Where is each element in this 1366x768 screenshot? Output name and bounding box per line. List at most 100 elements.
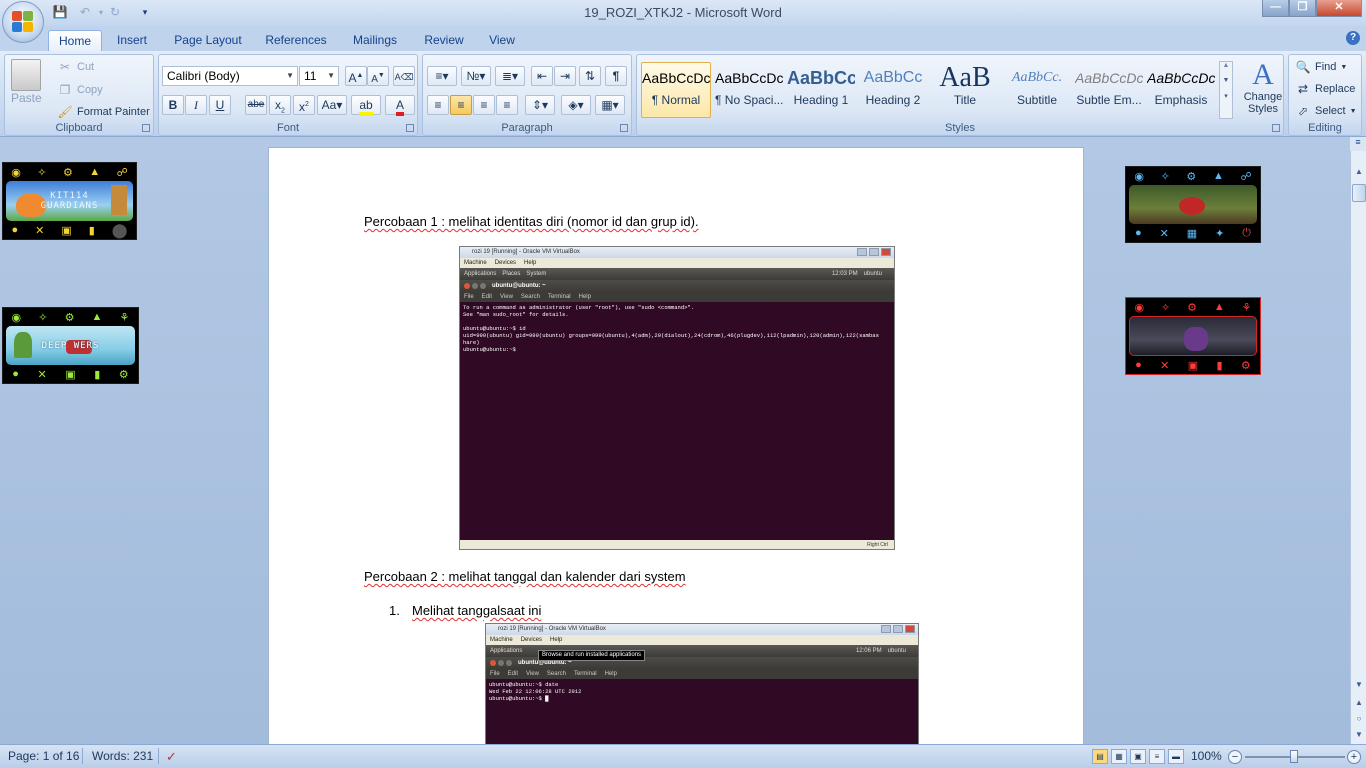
paragraph-percobaan-1[interactable]: Percobaan 1 : melihat identitas diri (no… bbox=[364, 214, 699, 229]
style-heading-2[interactable]: AaBbCc Heading 2 bbox=[858, 62, 928, 118]
customize-toolbar-icon[interactable]: ▾ bbox=[136, 4, 154, 21]
puzzle-icon[interactable]: ✦ bbox=[1215, 227, 1224, 240]
redo-icon[interactable]: ↻ bbox=[106, 4, 124, 21]
cut-button[interactable]: ✂ Cut bbox=[57, 59, 94, 75]
next-page-icon[interactable]: ▼ bbox=[1352, 728, 1366, 742]
numbering-button[interactable]: №▾ bbox=[461, 66, 491, 86]
pin-icon[interactable]: ✧ bbox=[1161, 301, 1170, 314]
settings-icon[interactable]: ⚙ bbox=[1241, 359, 1251, 372]
close-button[interactable]: ✕ bbox=[1316, 0, 1362, 17]
zoom-level[interactable]: 100% bbox=[1191, 749, 1222, 763]
clear-formatting-button[interactable]: A⌫ bbox=[393, 66, 415, 86]
web-layout-button[interactable]: ▣ bbox=[1130, 749, 1146, 764]
style-title[interactable]: AaB Title bbox=[930, 62, 1000, 118]
previous-page-icon[interactable]: ▲ bbox=[1352, 696, 1366, 710]
minimize-button[interactable]: — bbox=[1262, 0, 1289, 17]
tab-home[interactable]: Home bbox=[48, 30, 102, 51]
change-styles-button[interactable]: A Change Styles bbox=[1241, 59, 1285, 116]
hat-icon[interactable]: ▲ bbox=[92, 311, 103, 323]
chevron-down-icon[interactable]: ▼ bbox=[1220, 77, 1232, 84]
show-formatting-button[interactable]: ¶ bbox=[605, 66, 627, 86]
eye-icon[interactable]: ◉ bbox=[1134, 301, 1144, 314]
scroll-up-icon[interactable]: ▲ bbox=[1352, 165, 1366, 179]
close-icon[interactable]: ✕ bbox=[37, 368, 46, 381]
style-subtle-emphasis[interactable]: AaBbCcDc Subtle Em... bbox=[1074, 62, 1144, 118]
maximize-button[interactable]: ❐ bbox=[1289, 0, 1316, 17]
power-icon[interactable]: ⏻ bbox=[1242, 227, 1251, 240]
outline-button[interactable]: ≡ bbox=[1149, 749, 1165, 764]
screenshot-image-2[interactable]: rozi 19 [Running] - Oracle VM VirtualBox… bbox=[485, 623, 919, 744]
game-widget-robot[interactable]: ◉ ✧ ⚙ ▲ ⚘ ● ✕ ▣ ▮ ⚙ bbox=[1125, 297, 1261, 375]
close-icon[interactable]: ✕ bbox=[1160, 359, 1169, 372]
shrink-font-button[interactable]: A▼ bbox=[367, 66, 389, 86]
align-right-button[interactable]: ≡ bbox=[473, 95, 495, 115]
close-icon[interactable]: ✕ bbox=[35, 224, 44, 237]
tab-page-layout[interactable]: Page Layout bbox=[168, 30, 248, 51]
more-styles-icon[interactable]: ▾ bbox=[1220, 92, 1232, 100]
increase-indent-button[interactable]: ⇥ bbox=[554, 66, 576, 86]
font-size-combo[interactable]: 11 ▼ bbox=[299, 66, 339, 86]
change-case-button[interactable]: Aa▾ bbox=[317, 95, 347, 115]
scrollbar-thumb[interactable] bbox=[1352, 184, 1366, 202]
scroll-down-icon[interactable]: ▼ bbox=[1352, 678, 1366, 692]
highlight-button[interactable]: ab bbox=[351, 95, 381, 116]
full-screen-reading-button[interactable]: ▦ bbox=[1111, 749, 1127, 764]
multilevel-list-button[interactable]: ≣▾ bbox=[495, 66, 525, 86]
tool-icon[interactable]: ⚙ bbox=[65, 311, 75, 324]
styles-launcher-icon[interactable] bbox=[1272, 124, 1280, 132]
office-button[interactable] bbox=[2, 1, 44, 43]
superscript-button[interactable]: x2 bbox=[293, 95, 315, 115]
tool-icon[interactable]: ⚙ bbox=[1186, 170, 1196, 183]
sort-button[interactable]: ⇅ bbox=[579, 66, 601, 86]
grow-font-button[interactable]: A▲ bbox=[345, 66, 367, 86]
print-layout-button[interactable]: ▤ bbox=[1092, 749, 1108, 764]
eye-icon[interactable]: ◉ bbox=[11, 166, 21, 179]
door-icon[interactable]: ▮ bbox=[1216, 359, 1222, 372]
font-color-button[interactable]: A bbox=[385, 95, 415, 116]
align-center-button[interactable]: ≡ bbox=[450, 95, 472, 115]
tab-insert[interactable]: Insert bbox=[108, 30, 156, 51]
screenshot-image-1[interactable]: rozi 19 [Running] - Oracle VM VirtualBox… bbox=[459, 246, 895, 550]
link-icon[interactable]: ☍ bbox=[117, 166, 128, 179]
tab-mailings[interactable]: Mailings bbox=[344, 30, 406, 51]
style-normal[interactable]: AaBbCcDc ¶ Normal bbox=[641, 62, 711, 118]
subscript-button[interactable]: x2 bbox=[269, 95, 291, 115]
find-button[interactable]: 🔍 Find ▼ bbox=[1295, 59, 1348, 75]
tab-view[interactable]: View bbox=[480, 30, 524, 51]
select-browse-object-icon[interactable]: ○ bbox=[1352, 712, 1366, 726]
pin-icon[interactable]: ✧ bbox=[38, 311, 47, 324]
draft-button[interactable]: ▬ bbox=[1168, 749, 1184, 764]
align-left-button[interactable]: ≡ bbox=[427, 95, 449, 115]
pin-icon[interactable]: ✧ bbox=[1161, 170, 1170, 183]
justify-button[interactable]: ≡ bbox=[496, 95, 518, 115]
italic-button[interactable]: I bbox=[185, 95, 207, 115]
document-page[interactable]: Percobaan 1 : melihat identitas diri (no… bbox=[268, 147, 1084, 744]
eye-icon[interactable]: ◉ bbox=[12, 311, 22, 324]
grid-icon[interactable]: ▦ bbox=[1187, 227, 1197, 240]
paragraph-launcher-icon[interactable] bbox=[620, 124, 628, 132]
help-icon[interactable]: ? bbox=[1346, 31, 1360, 45]
style-emphasis[interactable]: AaBbCcDc Emphasis bbox=[1146, 62, 1216, 118]
save-icon[interactable]: ▣ bbox=[1188, 359, 1198, 372]
underline-button[interactable]: U bbox=[209, 95, 231, 115]
style-no-spacing[interactable]: AaBbCcDc ¶ No Spaci... bbox=[714, 62, 784, 118]
bold-button[interactable]: B bbox=[162, 95, 184, 115]
word-count[interactable]: Words: 231 bbox=[92, 749, 153, 763]
vertical-scrollbar[interactable]: ▲ ▼ ▲ ○ ▼ bbox=[1350, 151, 1366, 744]
pin-icon[interactable]: ✧ bbox=[37, 166, 46, 179]
paste-button[interactable]: Paste bbox=[11, 59, 42, 105]
people-icon[interactable]: ⚘ bbox=[1242, 301, 1252, 314]
bulb-icon[interactable]: ● bbox=[11, 224, 18, 236]
proofing-icon[interactable]: ✓ bbox=[166, 749, 177, 765]
tab-references[interactable]: References bbox=[258, 30, 334, 51]
styles-gallery-scroll[interactable]: ▲ ▼ ▾ bbox=[1219, 61, 1233, 119]
bulb-icon[interactable]: ● bbox=[1135, 227, 1142, 239]
style-subtitle[interactable]: AaBbCc. Subtitle bbox=[1002, 62, 1072, 118]
decrease-indent-button[interactable]: ⇤ bbox=[531, 66, 553, 86]
style-heading-1[interactable]: AaBbCc Heading 1 bbox=[786, 62, 856, 118]
replace-button[interactable]: ⇄ Replace bbox=[1295, 81, 1355, 97]
font-name-combo[interactable]: Calibri (Body) ▼ bbox=[162, 66, 298, 86]
zoom-out-icon[interactable]: − bbox=[1228, 750, 1242, 764]
bulb-icon[interactable]: ● bbox=[12, 368, 19, 380]
zoom-in-icon[interactable]: + bbox=[1347, 750, 1361, 764]
